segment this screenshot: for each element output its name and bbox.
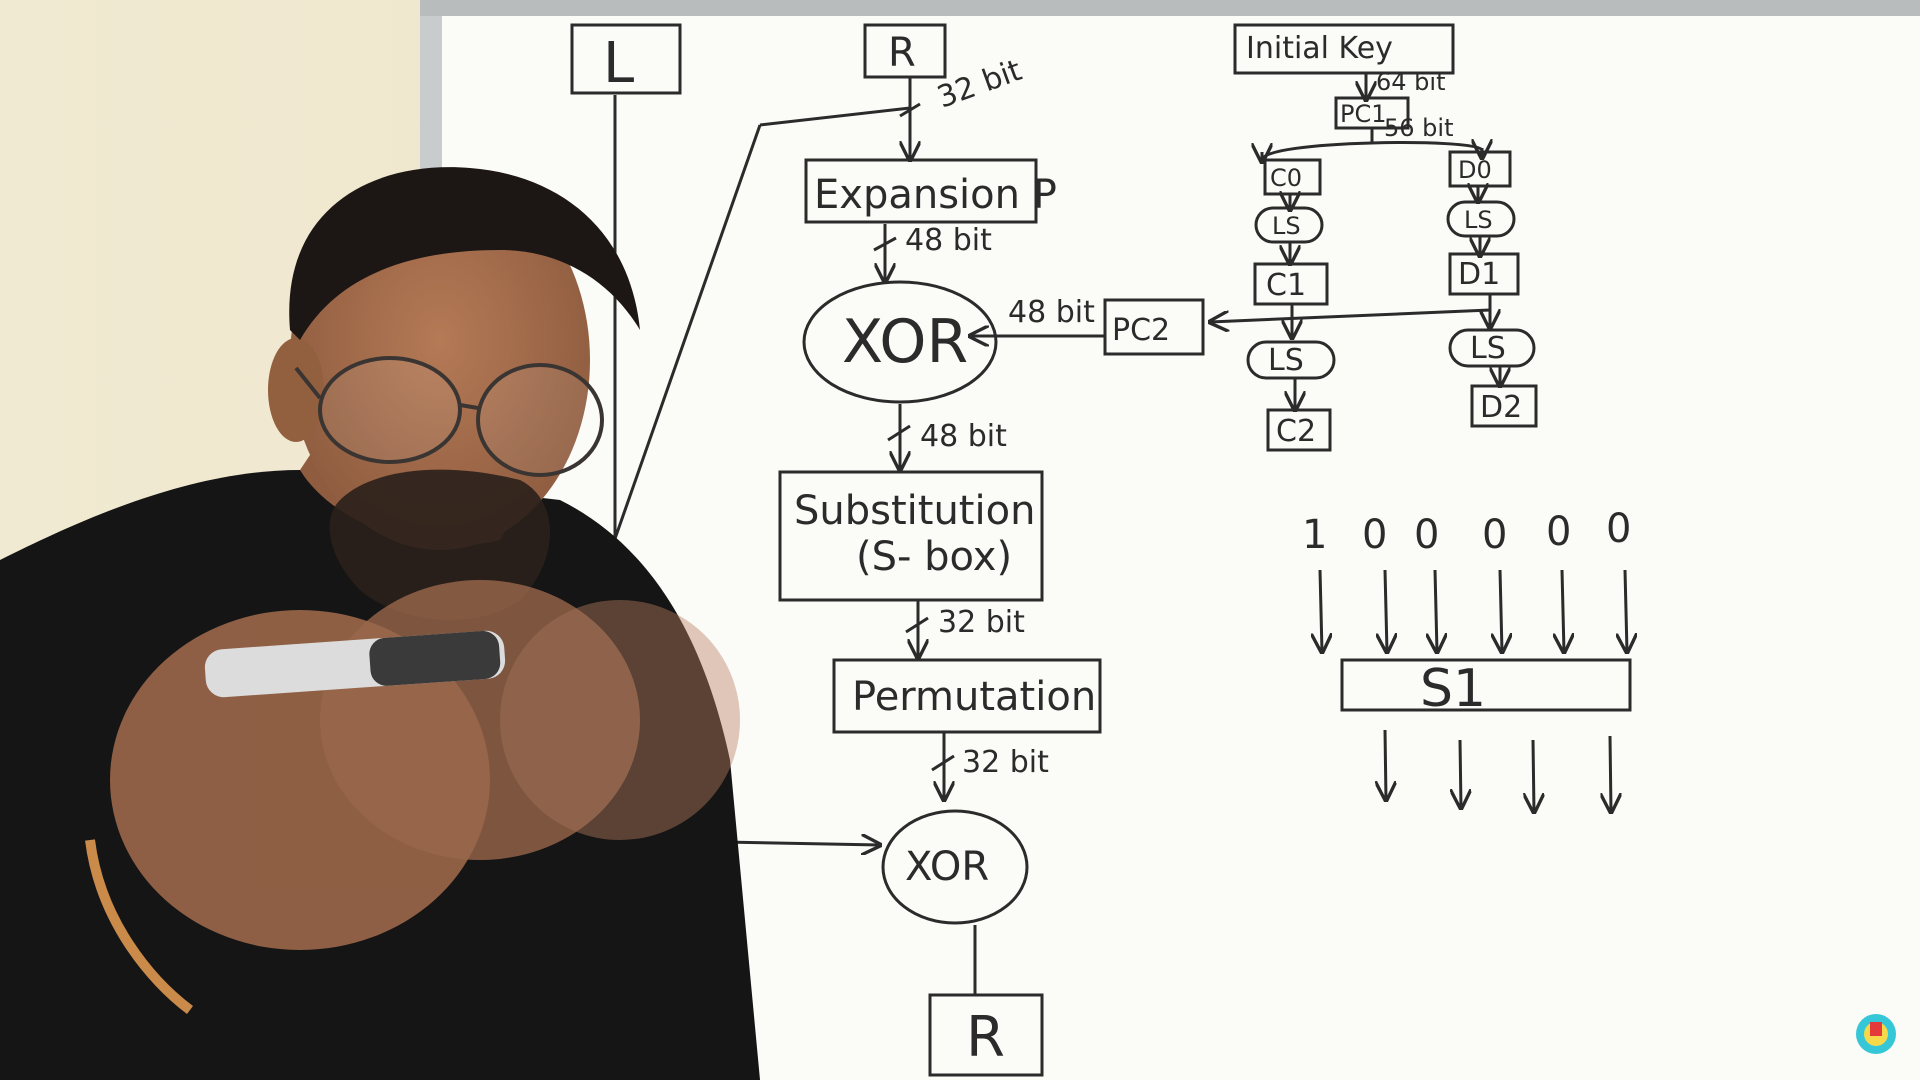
- bit-label-64: 64 bit: [1376, 68, 1445, 96]
- permutation-label: Permutation: [852, 674, 1096, 720]
- ls-c-1-label: LS: [1272, 212, 1301, 240]
- bit-label-48-a: 48 bit: [905, 223, 992, 258]
- sbox-bit: 0: [1606, 506, 1631, 552]
- sbox-bit: 1: [1302, 512, 1327, 558]
- c1-label: C1: [1266, 268, 1306, 303]
- left-half-label: L: [603, 31, 634, 96]
- scene: L R 32 bit Expansion P 48 bit XOR 48 bit…: [0, 0, 1920, 1080]
- whiteboard-top-rail: [420, 0, 1920, 16]
- c2-label: C2: [1276, 414, 1316, 449]
- d2-label: D2: [1480, 390, 1522, 425]
- sbox-bit: 0: [1414, 512, 1439, 558]
- sbox-bit: 0: [1482, 512, 1507, 558]
- sbox-label: (S- box): [856, 534, 1012, 580]
- s1-label: S1: [1420, 659, 1486, 719]
- xor-bottom-label: XOR: [905, 844, 989, 890]
- sbox-bit: 0: [1362, 512, 1387, 558]
- initial-key-label: Initial Key: [1246, 31, 1393, 66]
- xor-top-label: XOR: [842, 307, 968, 377]
- ls-c-2-label: LS: [1268, 343, 1304, 378]
- ls-d-2-label: LS: [1470, 331, 1506, 366]
- channel-logo-icon: [1856, 1014, 1896, 1054]
- pc1-label: PC1: [1340, 100, 1387, 128]
- right-half-label-bottom: R: [966, 1005, 1005, 1070]
- d0-label: D0: [1458, 156, 1492, 184]
- c0-label: C0: [1270, 164, 1302, 192]
- bit-label-56: 56 bit: [1384, 114, 1453, 142]
- bit-label-48-b: 48 bit: [920, 419, 1007, 454]
- sbox-bit: 0: [1546, 509, 1571, 555]
- bit-label-32-c: 32 bit: [962, 745, 1049, 780]
- bit-label-48-pc2: 48 bit: [1008, 295, 1095, 330]
- substitution-label: Substitution: [794, 488, 1035, 534]
- bit-label-32-b: 32 bit: [938, 605, 1025, 640]
- ls-d-1-label: LS: [1464, 206, 1493, 234]
- right-half-label-top: R: [888, 30, 916, 76]
- pc2-label: PC2: [1112, 313, 1170, 348]
- expansion-label: Expansion P: [814, 172, 1057, 218]
- d1-label: D1: [1458, 257, 1500, 292]
